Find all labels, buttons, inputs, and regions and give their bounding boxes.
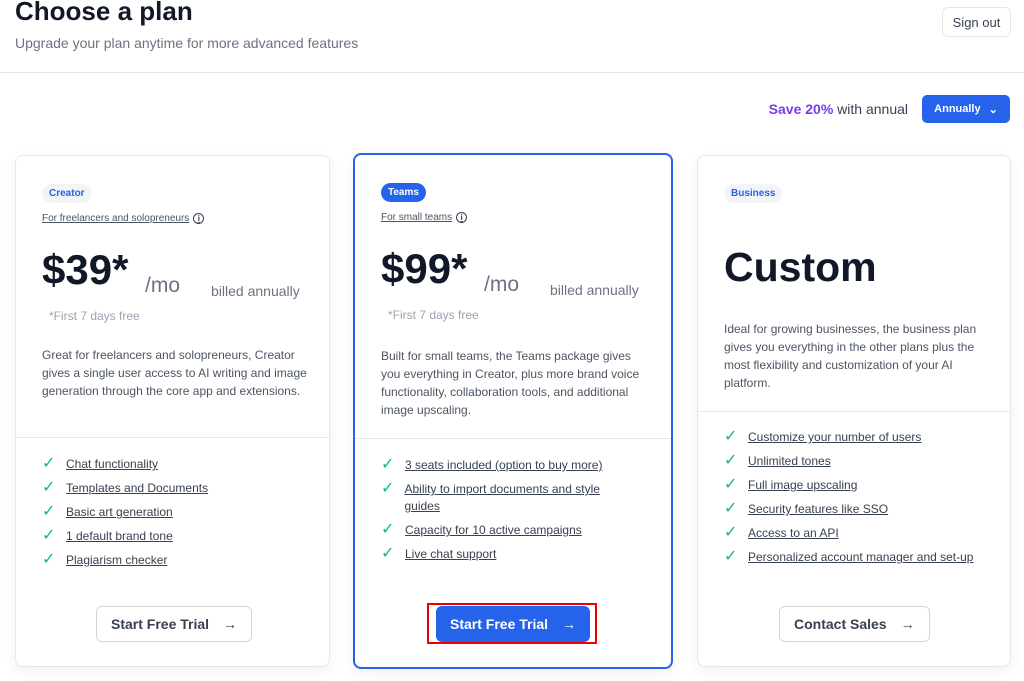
price-period: /mo	[484, 273, 520, 296]
check-icon: ✓	[381, 545, 395, 562]
feature-link[interactable]: Capacity for 10 active campaigns	[405, 522, 582, 539]
arrow-right-icon: →	[900, 616, 915, 632]
check-icon: ✓	[724, 500, 738, 517]
feature-list: ✓ Customize your number of users ✓ Unlimit…	[724, 429, 973, 573]
feature-item: ✓ Access to an API	[724, 525, 973, 542]
billing-note: billed annually	[550, 282, 639, 298]
check-icon: ✓	[724, 548, 738, 565]
feature-link[interactable]: Personalized account manager and set-up	[748, 549, 973, 566]
plan-audience-link[interactable]: For small teams i	[381, 212, 468, 223]
price-period: /mo	[145, 274, 181, 297]
feature-link[interactable]: Full image upscaling	[748, 477, 857, 494]
plan-card-business: Business Custom Ideal for growing busine…	[697, 155, 1011, 667]
feature-link[interactable]: 1 default brand tone	[66, 528, 173, 545]
plan-price: $99*	[381, 245, 468, 292]
feature-item: ✓ Unlimited tones	[724, 453, 973, 470]
arrow-right-icon: →	[223, 616, 238, 632]
card-divider	[16, 437, 329, 438]
feature-item: ✓ Live chat support	[381, 546, 631, 563]
trial-note: *First 7 days free	[388, 308, 479, 322]
check-icon: ✓	[724, 452, 738, 469]
feature-link[interactable]: Chat functionality	[66, 456, 158, 473]
feature-item: ✓ Security features like SSO	[724, 501, 973, 518]
feature-item: ✓ Ability to import documents and style g…	[381, 481, 631, 515]
plan-badge: Business	[724, 184, 783, 203]
card-divider	[698, 411, 1010, 412]
sign-out-button[interactable]: Sign out	[942, 7, 1011, 37]
plan-card-creator: Creator For freelancers and solopreneurs…	[15, 155, 330, 667]
plan-audience: For small teams	[381, 212, 453, 223]
feature-link[interactable]: Ability to import documents and style gu…	[404, 481, 631, 515]
feature-link[interactable]: Access to an API	[748, 525, 839, 542]
feature-item: ✓ Templates and Documents	[42, 480, 208, 497]
button-label: Start Free Trial	[111, 616, 210, 632]
check-icon: ✓	[381, 480, 395, 497]
check-icon: ✓	[42, 551, 56, 568]
feature-list: ✓ 3 seats included (option to buy more) ✓…	[381, 457, 631, 570]
feature-item: ✓ Basic art generation	[42, 504, 208, 521]
billing-period-value: Annually	[934, 103, 981, 115]
save-highlight: Save 20%	[768, 101, 834, 117]
plan-badge: Teams	[381, 183, 426, 202]
feature-link[interactable]: 3 seats included (option to buy more)	[405, 457, 602, 474]
check-icon: ✓	[724, 524, 738, 541]
plan-card-teams: Teams For small teams i $99* /mo billed a…	[353, 153, 673, 669]
check-icon: ✓	[724, 476, 738, 493]
feature-link[interactable]: Live chat support	[405, 546, 496, 563]
info-icon[interactable]: i	[456, 212, 468, 223]
info-icon[interactable]: i	[193, 213, 205, 224]
trial-note: *First 7 days free	[49, 309, 140, 323]
chevron-down-icon: ⌄	[988, 103, 998, 116]
feature-link[interactable]: Security features like SSO	[748, 501, 888, 518]
highlight-annotation-box	[427, 603, 597, 644]
feature-link[interactable]: Customize your number of users	[748, 429, 921, 446]
check-icon: ✓	[42, 503, 56, 520]
plan-badge: Creator	[42, 184, 92, 203]
billing-note: billed annually	[211, 283, 300, 299]
plan-price: $39*	[42, 246, 129, 293]
card-divider	[355, 438, 671, 439]
start-free-trial-button[interactable]: Start Free Trial →	[96, 606, 253, 642]
feature-item: ✓ Full image upscaling	[724, 477, 973, 494]
check-icon: ✓	[381, 456, 395, 473]
feature-item: ✓ Chat functionality	[42, 456, 208, 473]
plan-audience: For freelancers and solopreneurs	[42, 213, 190, 224]
save-note: Save 20% with annual	[769, 101, 908, 117]
plan-price: Custom	[724, 244, 877, 290]
feature-list: ✓ Chat functionality ✓ Templates and Docum…	[42, 456, 208, 576]
plan-audience-link[interactable]: For freelancers and solopreneurs i	[42, 213, 205, 224]
check-icon: ✓	[42, 527, 56, 544]
page-title: Choose a plan	[15, 0, 193, 26]
feature-link[interactable]: Plagiarism checker	[66, 552, 167, 569]
check-icon: ✓	[381, 521, 395, 538]
plan-description: Great for freelancers and solopreneurs, …	[42, 348, 307, 398]
check-icon: ✓	[724, 428, 738, 445]
plan-description: Ideal for growing businesses, the busine…	[724, 322, 977, 390]
check-icon: ✓	[42, 455, 56, 472]
plan-description: Built for small teams, the Teams package…	[381, 349, 640, 417]
feature-item: ✓ Plagiarism checker	[42, 552, 208, 569]
feature-item: ✓ Capacity for 10 active campaigns	[381, 522, 631, 539]
save-suffix: with annual	[833, 101, 908, 117]
header-divider	[0, 72, 1024, 73]
feature-link[interactable]: Templates and Documents	[66, 480, 208, 497]
contact-sales-button[interactable]: Contact Sales →	[779, 606, 930, 642]
feature-item: ✓ 1 default brand tone	[42, 528, 208, 545]
button-label: Contact Sales	[794, 616, 887, 632]
check-icon: ✓	[42, 479, 56, 496]
feature-link[interactable]: Basic art generation	[66, 504, 173, 521]
feature-item: ✓ Personalized account manager and set-up	[724, 549, 973, 566]
page-subtitle: Upgrade your plan anytime for more advan…	[15, 35, 359, 51]
feature-item: ✓ Customize your number of users	[724, 429, 973, 446]
billing-period-dropdown[interactable]: Annually ⌄	[922, 95, 1010, 123]
feature-link[interactable]: Unlimited tones	[748, 453, 831, 470]
feature-item: ✓ 3 seats included (option to buy more)	[381, 457, 631, 474]
